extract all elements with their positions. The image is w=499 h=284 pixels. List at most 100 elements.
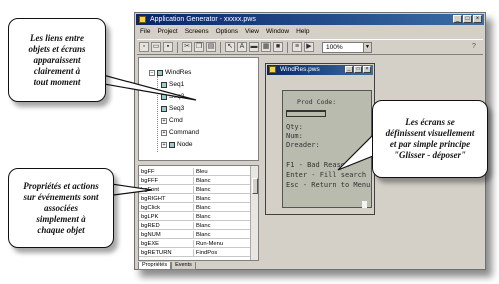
tree-item-label: Cmd bbox=[169, 117, 183, 124]
open-icon[interactable]: ▭ bbox=[151, 42, 161, 52]
minimize-button[interactable]: _ bbox=[453, 15, 462, 23]
new-icon[interactable]: ▫ bbox=[139, 42, 149, 52]
align-icon[interactable]: ≡ bbox=[292, 42, 302, 52]
text-icon[interactable]: A bbox=[237, 42, 247, 52]
run-icon[interactable]: ▶ bbox=[304, 42, 314, 52]
property-name: bgFFF bbox=[141, 178, 159, 184]
maximize-button[interactable]: □ bbox=[354, 66, 362, 73]
screen-icon bbox=[269, 66, 276, 73]
property-value[interactable]: Blanc bbox=[193, 213, 211, 221]
tree-item-label: Seq3 bbox=[169, 105, 185, 112]
property-name: bgFF bbox=[141, 169, 155, 175]
property-row[interactable]: bgFont Blanc bbox=[139, 186, 251, 195]
tree-item-label: Seq1 bbox=[169, 81, 185, 88]
property-row[interactable]: bgFFF Blanc bbox=[139, 177, 251, 186]
property-value[interactable]: Run-Menu bbox=[193, 240, 223, 248]
cut-icon[interactable]: ✂ bbox=[182, 42, 192, 52]
property-row[interactable]: bgFF Bleu bbox=[139, 168, 251, 177]
zoom-select[interactable]: 100% ▼ bbox=[322, 41, 372, 53]
close-button[interactable]: × bbox=[473, 15, 482, 23]
menu-project[interactable]: Project bbox=[157, 27, 177, 37]
child-window-controls: _ □ × bbox=[345, 66, 371, 73]
tree-item-label: WindRes bbox=[165, 69, 192, 76]
save-icon[interactable]: ▪ bbox=[163, 42, 173, 52]
menu-screens[interactable]: Screens bbox=[185, 27, 209, 37]
menu-options[interactable]: Options bbox=[216, 27, 238, 37]
chevron-down-icon[interactable]: ▼ bbox=[363, 42, 371, 52]
screen-line: Enter - Fill search bbox=[286, 171, 367, 179]
property-row[interactable]: bgNUM Blanc bbox=[139, 231, 251, 240]
property-name: bgRIGHT bbox=[141, 196, 166, 202]
tree-item-label: Command bbox=[169, 129, 199, 136]
menu-bar: File Project Screens Options View Window… bbox=[137, 27, 483, 37]
select-icon[interactable]: ↖ bbox=[225, 42, 235, 52]
callout-properties: Propriétés et actions sur événements son… bbox=[8, 168, 114, 248]
property-value[interactable]: FindPos bbox=[193, 249, 217, 257]
screen-editor-window: WindRes.pws _ □ × Prod Code: Qty: Num: D… bbox=[265, 63, 375, 215]
toolbar: ▫ ▭ ▪ ✂ ❐ ▤ ↖ A ▬ ▦ ■ ≡ ▶ 100% ▼ ? bbox=[137, 39, 483, 55]
field-icon[interactable]: ▬ bbox=[249, 42, 259, 52]
property-value[interactable]: Blanc bbox=[193, 222, 211, 230]
zoom-value: 100% bbox=[326, 43, 343, 51]
property-value[interactable]: Blanc bbox=[193, 177, 211, 185]
tab-properties[interactable]: Propriétés bbox=[138, 262, 172, 270]
maximize-button[interactable]: □ bbox=[463, 15, 472, 23]
properties-scrollbar[interactable] bbox=[250, 166, 258, 260]
screen-line: F1 - Bad Reason bbox=[286, 161, 350, 169]
expand-icon[interactable]: + bbox=[161, 141, 167, 148]
title-bar: Application Generator - xxxxx.pws _ □ × bbox=[136, 14, 484, 25]
toolbar-separator bbox=[177, 41, 178, 53]
tree-item[interactable]: Seq2 bbox=[161, 92, 184, 101]
property-value[interactable]: Blanc bbox=[193, 186, 211, 194]
tree-item[interactable]: + Node bbox=[161, 140, 193, 149]
tree-item[interactable]: + Command bbox=[161, 128, 199, 137]
screen-line: Num: bbox=[286, 132, 303, 140]
tree-item[interactable]: + Cmd bbox=[161, 116, 183, 125]
property-row[interactable]: bgRIGHT Blanc bbox=[139, 195, 251, 204]
screen-line: Esc - Return to Menu bbox=[286, 181, 371, 189]
property-row[interactable]: bgLPK Blanc bbox=[139, 213, 251, 222]
screen-icon bbox=[161, 81, 167, 88]
tab-events[interactable]: Events bbox=[171, 262, 196, 270]
minimize-button[interactable]: _ bbox=[345, 66, 353, 73]
screen-cursor bbox=[362, 201, 367, 208]
help-icon[interactable]: ? bbox=[469, 42, 479, 52]
property-row[interactable]: bgClick Blanc bbox=[139, 204, 251, 213]
menu-view[interactable]: View bbox=[245, 27, 259, 37]
folder-icon bbox=[157, 69, 163, 76]
device-screen-preview[interactable]: Prod Code: Qty: Num: Dreader: F1 - Bad R… bbox=[282, 90, 372, 208]
node-icon bbox=[169, 141, 175, 148]
grid-icon[interactable]: ▦ bbox=[261, 42, 271, 52]
property-row[interactable]: bgRETURN FindPos bbox=[139, 249, 251, 258]
expand-icon[interactable]: + bbox=[161, 117, 167, 124]
toolbar-separator bbox=[220, 41, 221, 53]
property-row[interactable]: bgEXE Run-Menu bbox=[139, 240, 251, 249]
tree-item-root[interactable]: − WindRes bbox=[149, 68, 191, 77]
close-button[interactable]: × bbox=[363, 66, 371, 73]
paste-icon[interactable]: ▤ bbox=[206, 42, 216, 52]
screen-icon bbox=[161, 105, 167, 112]
menu-file[interactable]: File bbox=[140, 27, 150, 37]
expand-icon[interactable]: + bbox=[161, 129, 167, 136]
property-value[interactable]: Bleu bbox=[193, 168, 208, 176]
property-value[interactable]: Blanc bbox=[193, 204, 211, 212]
tree-connector bbox=[157, 76, 158, 152]
screen-heading: Prod Code: bbox=[297, 98, 337, 106]
tree-item-label: Seq2 bbox=[169, 93, 185, 100]
scrollbar-thumb[interactable] bbox=[252, 178, 258, 194]
copy-icon[interactable]: ❐ bbox=[194, 42, 204, 52]
collapse-icon[interactable]: − bbox=[149, 69, 155, 76]
fill-icon[interactable]: ■ bbox=[273, 42, 283, 52]
screen-input-field[interactable] bbox=[286, 110, 326, 117]
tree-item[interactable]: Seq1 bbox=[161, 80, 184, 89]
screen-icon bbox=[161, 93, 167, 100]
property-value[interactable]: Blanc bbox=[193, 195, 211, 203]
menu-help[interactable]: Help bbox=[296, 27, 309, 37]
child-title-bar: WindRes.pws _ □ × bbox=[267, 65, 373, 75]
window-controls: _ □ × bbox=[453, 15, 482, 23]
property-name: bgFont bbox=[141, 187, 160, 193]
property-value[interactable]: Blanc bbox=[193, 231, 211, 239]
tree-item[interactable]: Seq3 bbox=[161, 104, 184, 113]
property-row[interactable]: bgRED Blanc bbox=[139, 222, 251, 231]
menu-window[interactable]: Window bbox=[266, 27, 289, 37]
